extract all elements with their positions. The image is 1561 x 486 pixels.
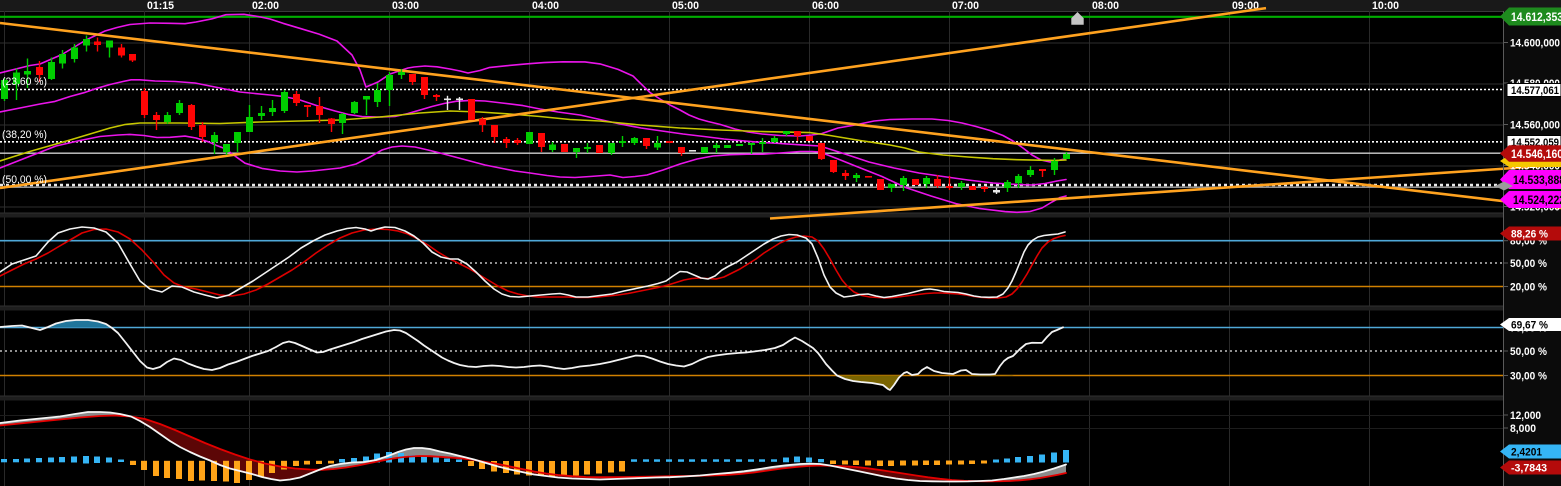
svg-text:14.546,160: 14.546,160 [1511,147,1561,161]
svg-text:2,4201: 2,4201 [1511,447,1542,459]
svg-text:-3,7843: -3,7843 [1511,463,1547,475]
svg-text:30,00 %: 30,00 % [1510,371,1547,383]
svg-text:8,000: 8,000 [1510,423,1536,435]
svg-text:88,26 %: 88,26 % [1511,229,1548,241]
svg-text:(50,00 %): (50,00 %) [2,174,47,186]
svg-text:06:00: 06:00 [812,0,839,12]
svg-text:04:00: 04:00 [532,0,559,12]
svg-text:14.560,000: 14.560,000 [1510,120,1560,132]
svg-text:10:00: 10:00 [1372,0,1399,12]
svg-text:(38,20 %): (38,20 %) [2,129,47,141]
svg-text:14.533,888: 14.533,888 [1513,173,1561,187]
svg-text:50,00 %: 50,00 % [1510,346,1547,358]
svg-text:(23,60 %): (23,60 %) [2,76,47,88]
svg-text:14.600,000: 14.600,000 [1510,38,1560,50]
svg-text:69,67 %: 69,67 % [1511,320,1548,332]
svg-text:05:00: 05:00 [672,0,699,12]
svg-text:50,00 %: 50,00 % [1510,258,1547,270]
svg-text:08:00: 08:00 [1092,0,1119,12]
svg-text:01:15: 01:15 [147,0,174,12]
svg-text:14.577,061: 14.577,061 [1511,85,1559,97]
svg-text:14.524,222: 14.524,222 [1513,193,1561,207]
svg-text:03:00: 03:00 [392,0,419,12]
svg-text:07:00: 07:00 [952,0,979,12]
svg-text:12,000: 12,000 [1510,410,1541,422]
svg-text:20,00 %: 20,00 % [1510,282,1547,294]
svg-text:14.612,353: 14.612,353 [1511,10,1561,24]
svg-text:02:00: 02:00 [252,0,279,12]
